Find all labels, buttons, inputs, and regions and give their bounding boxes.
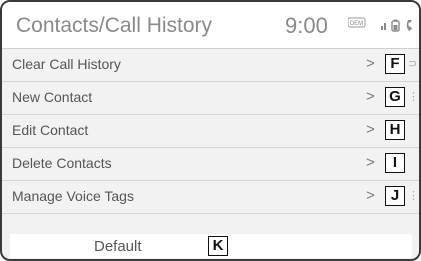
- chevron-right-icon: >: [366, 187, 375, 204]
- header-bar: Contacts/Call History 9:00 DEM: [2, 2, 419, 49]
- phone-icon: [406, 20, 412, 31]
- default-button-label: Default: [94, 238, 142, 255]
- callout-label: F: [385, 54, 405, 74]
- scroll-hint-icon: ⊃: [408, 58, 418, 70]
- menu-item-label: Delete Contacts: [12, 155, 112, 171]
- callout-label: H: [385, 120, 405, 140]
- default-button[interactable]: Default K: [10, 234, 412, 258]
- signal-icon: [381, 23, 386, 30]
- screen-frame: Contacts/Call History 9:00 DEM Clear Cal…: [0, 0, 421, 261]
- callout-label: I: [385, 153, 405, 173]
- status-icons: DEM: [348, 17, 412, 32]
- callout-label: J: [385, 186, 405, 206]
- chevron-right-icon: >: [366, 55, 375, 72]
- menu-item-delete-contacts[interactable]: Delete Contacts > I: [2, 148, 419, 181]
- menu-item-clear-call-history[interactable]: Clear Call History > F ⊃: [2, 49, 419, 82]
- menu-item-edit-contact[interactable]: Edit Contact > H: [2, 115, 419, 148]
- chevron-right-icon: >: [366, 154, 375, 171]
- status-badge: DEM: [348, 17, 366, 28]
- menu-item-label: Manage Voice Tags: [12, 188, 134, 204]
- menu-item-label: New Contact: [12, 89, 93, 105]
- status-badge-label: DEM: [350, 21, 363, 27]
- menu-item-new-contact[interactable]: New Contact > G ⋮: [2, 82, 419, 115]
- menu-item-label: Edit Contact: [12, 122, 89, 138]
- menu-item-label: Clear Call History: [12, 56, 121, 72]
- scroll-hint-icon: ⋮: [408, 190, 419, 202]
- menu-item-manage-voice-tags[interactable]: Manage Voice Tags > J ⋮: [2, 181, 419, 214]
- menu-list: Clear Call History > F ⊃ New Contact > G…: [2, 49, 419, 214]
- page-title: Contacts/Call History: [16, 14, 213, 37]
- chevron-right-icon: >: [366, 88, 375, 105]
- callout-label: G: [385, 87, 405, 107]
- chevron-right-icon: >: [366, 121, 375, 138]
- clock: 9:00: [285, 13, 328, 38]
- scroll-hint-icon: ⋮: [408, 91, 419, 103]
- battery-icon: [391, 19, 400, 32]
- callout-label: K: [208, 236, 228, 256]
